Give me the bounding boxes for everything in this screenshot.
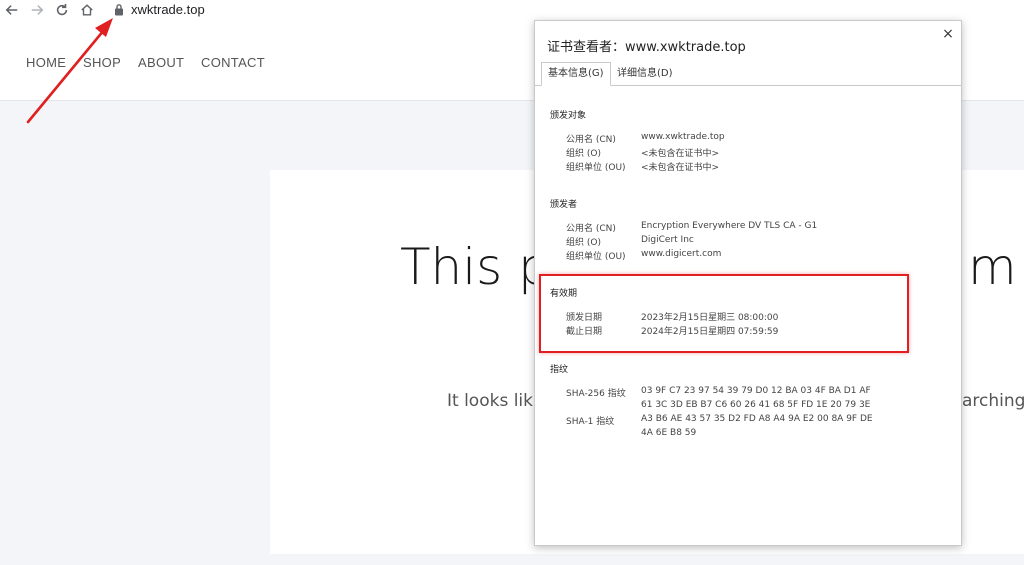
sha1-label: SHA-1 指纹 bbox=[566, 417, 615, 427]
issued-to-o-label: 组织 (O) bbox=[566, 149, 601, 159]
issued-by-ou-value: www.digicert.com bbox=[641, 249, 722, 259]
sha1-line-2: 4A 6E B8 59 bbox=[641, 428, 697, 438]
issued-by-o-value: DigiCert Inc bbox=[641, 235, 694, 245]
issued-by-cn-value: Encryption Everywhere DV TLS CA - G1 bbox=[641, 221, 818, 231]
issued-by-heading: 颁发者 bbox=[550, 200, 578, 210]
issued-by-cn-label: 公用名 (CN) bbox=[566, 224, 616, 234]
issued-to-ou-label: 组织单位 (OU) bbox=[566, 163, 626, 173]
forward-arrow-icon[interactable] bbox=[29, 2, 45, 18]
sha256-label: SHA-256 指纹 bbox=[566, 389, 626, 399]
expires-date-value: 2024年2月15日星期四 07:59:59 bbox=[641, 327, 779, 337]
issued-to-heading: 颁发对象 bbox=[550, 111, 587, 121]
page-subtitle-left: It looks lik bbox=[447, 391, 534, 411]
page-title-right: m bbox=[968, 238, 1017, 296]
sha256-line-1: 03 9F C7 23 97 54 39 79 D0 12 BA 03 4F B… bbox=[641, 386, 871, 396]
page-title-left: This p bbox=[400, 238, 550, 296]
general-panel: 颁发对象 公用名 (CN) www.xwktrade.top 组织 (O) <未… bbox=[535, 86, 959, 543]
expires-date-label: 截止日期 bbox=[566, 327, 603, 337]
dialog-title: 证书查看者：www.xwktrade.top bbox=[547, 40, 746, 55]
tab-details[interactable]: 详细信息(D) bbox=[611, 63, 679, 84]
issued-to-ou-value: <未包含在证书中> bbox=[641, 163, 720, 173]
issued-to-o-value: <未包含在证书中> bbox=[641, 149, 720, 159]
url-text[interactable]: xwktrade.top bbox=[131, 2, 205, 17]
home-icon[interactable] bbox=[79, 2, 95, 18]
browser-toolbar: xwktrade.top bbox=[0, 0, 1024, 20]
nav-contact-link[interactable]: CONTACT bbox=[201, 55, 265, 70]
issued-date-label: 颁发日期 bbox=[566, 313, 603, 323]
issued-to-cn-label: 公用名 (CN) bbox=[566, 135, 616, 145]
reload-icon[interactable] bbox=[54, 2, 70, 18]
back-arrow-icon[interactable] bbox=[4, 2, 20, 18]
sha256-line-2: 61 3C 3D EB B7 C6 60 26 41 68 5F FD 1E 2… bbox=[641, 400, 871, 410]
lock-icon[interactable] bbox=[114, 3, 124, 16]
nav-shop-link[interactable]: SHOP bbox=[83, 55, 121, 70]
issued-date-value: 2023年2月15日星期三 08:00:00 bbox=[641, 313, 779, 323]
tab-general[interactable]: 基本信息(G) bbox=[541, 62, 611, 86]
close-button[interactable]: × bbox=[939, 25, 957, 43]
nav-about-link[interactable]: ABOUT bbox=[138, 55, 184, 70]
nav-home-link[interactable]: HOME bbox=[26, 55, 66, 70]
issued-by-ou-label: 组织单位 (OU) bbox=[566, 252, 626, 262]
page-subtitle-right: arching bbox=[962, 391, 1024, 411]
certificate-viewer-dialog: 证书查看者：www.xwktrade.top × 基本信息(G) 详细信息(D)… bbox=[534, 20, 962, 546]
tab-strip: 基本信息(G) 详细信息(D) bbox=[535, 62, 961, 86]
issued-by-o-label: 组织 (O) bbox=[566, 238, 601, 248]
validity-heading: 有效期 bbox=[550, 289, 578, 299]
sha1-line-1: A3 B6 AE 43 57 35 D2 FD A8 A4 9A E2 00 8… bbox=[641, 414, 873, 424]
fingerprints-heading: 指纹 bbox=[550, 365, 569, 375]
issued-to-cn-value: www.xwktrade.top bbox=[641, 132, 725, 142]
